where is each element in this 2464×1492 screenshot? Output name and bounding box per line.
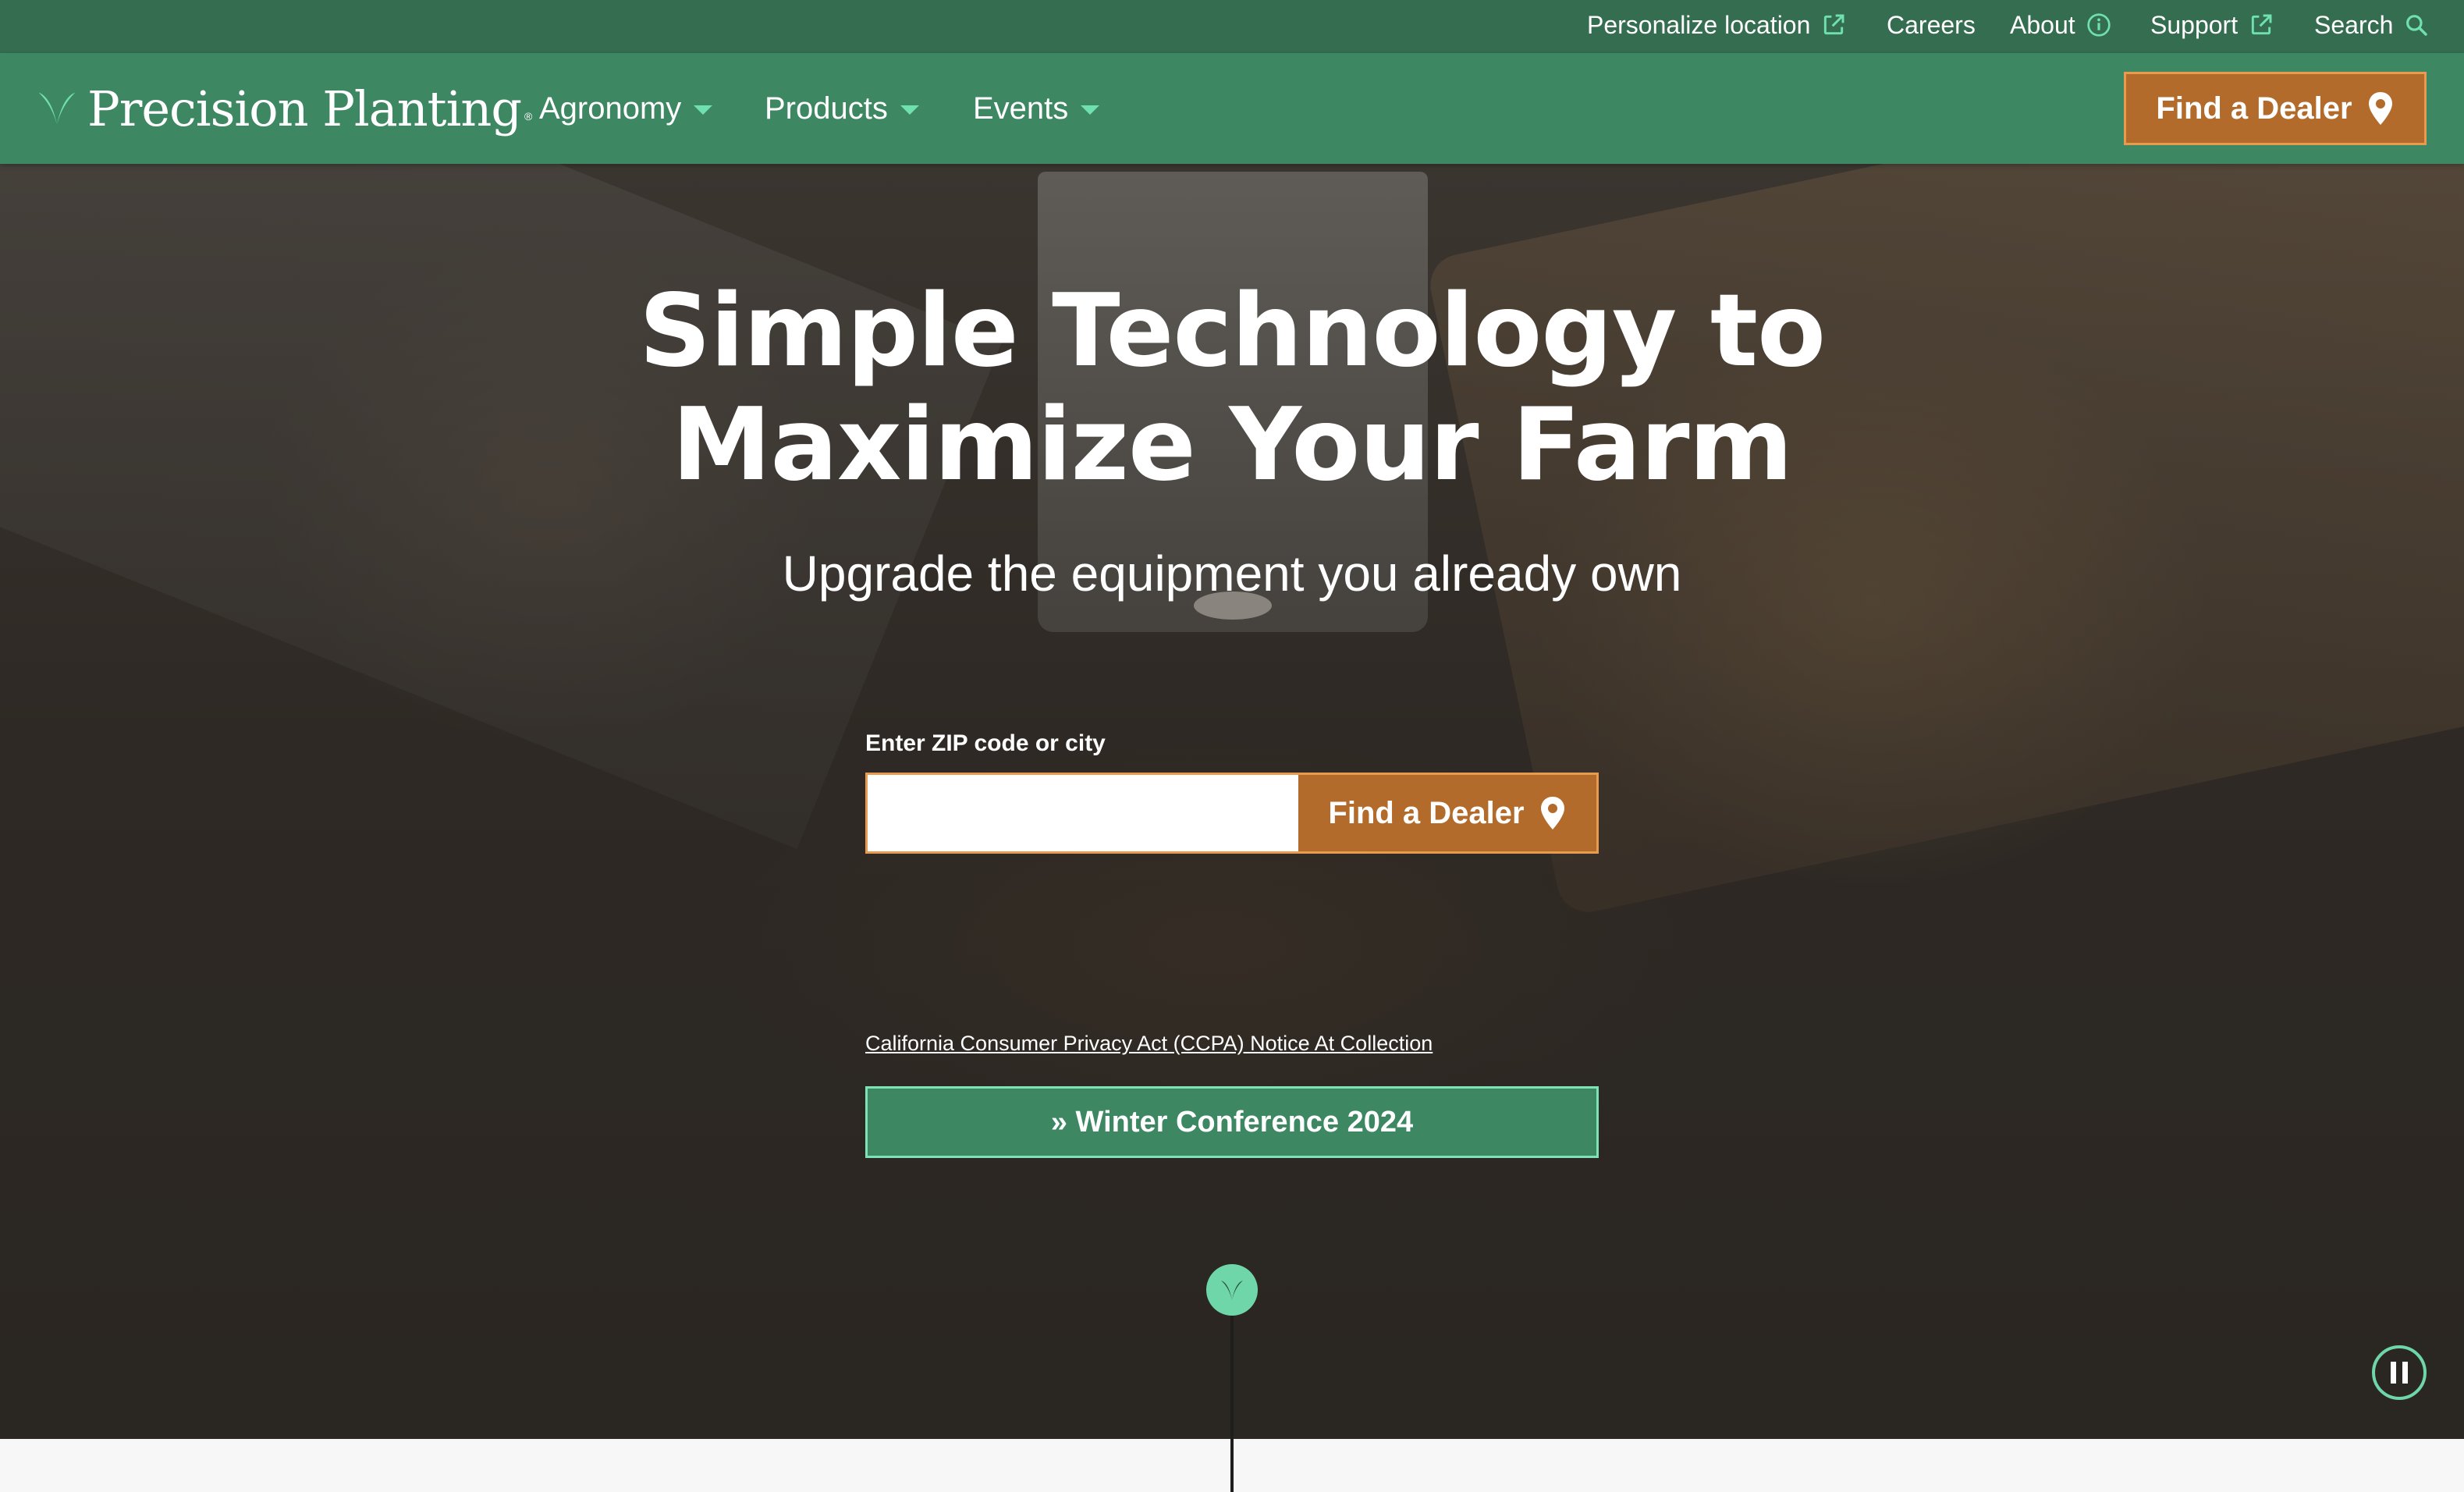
- nav-products[interactable]: Products: [765, 89, 919, 128]
- site-logo[interactable]: Precision Planting ®: [34, 76, 532, 140]
- sprout-logo-icon: [34, 86, 80, 131]
- registered-mark-icon: ®: [524, 110, 533, 123]
- careers-link[interactable]: Careers: [1887, 8, 1976, 42]
- hero-title-line-2: Maximize Your Farm: [672, 387, 1793, 503]
- external-link-icon: [2249, 12, 2274, 37]
- search-link[interactable]: Search: [2314, 8, 2429, 42]
- hero-title-line-1: Simple Technology to: [638, 273, 1826, 389]
- dealer-search-form: Find a Dealer: [865, 773, 1599, 854]
- hero-subtitle: Upgrade the equipment you already own: [782, 545, 1682, 602]
- logo-text: Precision Planting: [87, 80, 522, 137]
- pause-video-button[interactable]: [2372, 1345, 2427, 1400]
- about-label: About: [2010, 10, 2075, 39]
- find-dealer-nav-button[interactable]: Find a Dealer: [2124, 72, 2427, 145]
- chevron-down-icon: [900, 105, 919, 115]
- about-link[interactable]: About: [2010, 8, 2111, 42]
- scroll-down-indicator[interactable]: [1206, 1264, 1258, 1316]
- utility-bar: Personalize location Careers About Suppo…: [0, 0, 2464, 53]
- map-pin-icon: [2366, 91, 2395, 126]
- personalize-location-label: Personalize location: [1587, 10, 1811, 39]
- info-icon: [2086, 12, 2111, 37]
- sprout-logo-icon: [1221, 1281, 1243, 1300]
- find-dealer-submit-button[interactable]: Find a Dealer: [1298, 775, 1596, 851]
- external-link-icon: [1821, 12, 1846, 37]
- careers-label: Careers: [1887, 10, 1976, 39]
- map-pin-icon: [1539, 795, 1567, 831]
- hero-background-shape: [0, 164, 1002, 850]
- nav-agronomy-label: Agronomy: [539, 91, 682, 126]
- winter-conference-button[interactable]: » Winter Conference 2024: [865, 1086, 1599, 1158]
- personalize-location-link[interactable]: Personalize location: [1587, 8, 1846, 42]
- nav-agronomy[interactable]: Agronomy: [539, 89, 713, 128]
- support-link[interactable]: Support: [2150, 8, 2274, 42]
- ccpa-notice-link[interactable]: California Consumer Privacy Act (CCPA) N…: [865, 1032, 1433, 1056]
- find-dealer-submit-label: Find a Dealer: [1328, 795, 1525, 830]
- nav-events[interactable]: Events: [973, 89, 1100, 128]
- nav-products-label: Products: [765, 91, 888, 126]
- support-label: Support: [2150, 10, 2239, 39]
- pause-icon: [2402, 1362, 2408, 1384]
- scroll-indicator-line: [1230, 1316, 1234, 1492]
- search-label: Search: [2314, 10, 2394, 39]
- pause-icon: [2391, 1362, 2396, 1384]
- chevron-down-icon: [1081, 105, 1100, 115]
- chevron-down-icon: [694, 105, 713, 115]
- main-nav: Precision Planting ® Agronomy Products E…: [0, 53, 2464, 164]
- find-dealer-nav-label: Find a Dealer: [2156, 91, 2352, 126]
- zip-field-label: Enter ZIP code or city: [865, 730, 1106, 756]
- nav-events-label: Events: [973, 91, 1069, 126]
- hero-title: Simple Technology to Maximize Your Farm: [452, 275, 2012, 503]
- zip-input[interactable]: [868, 775, 1298, 851]
- search-icon: [2404, 12, 2429, 37]
